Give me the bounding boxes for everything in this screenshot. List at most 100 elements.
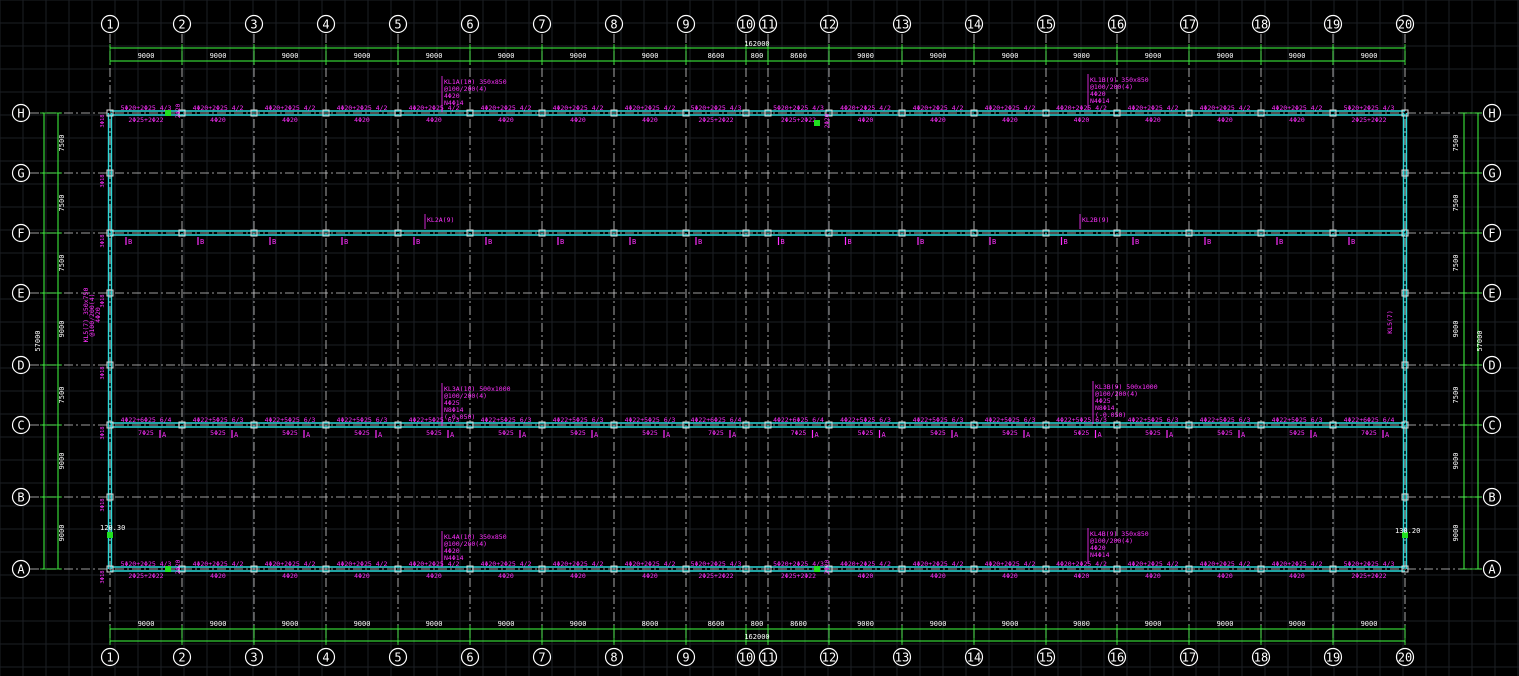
joint-mark (814, 120, 820, 126)
row-axis-label: H (1488, 107, 1495, 121)
column-axis-bubble[interactable]: 16 (1107, 647, 1127, 667)
column-axis-bubble[interactable]: 17 (1179, 647, 1199, 667)
column-axis-bubble[interactable]: 2 (172, 647, 192, 667)
column-axis-bubble[interactable]: 6 (460, 14, 480, 34)
column-axis-label: 8 (610, 651, 617, 665)
column-axis-bubble[interactable]: 1 (100, 647, 120, 667)
column-axis-bubble[interactable]: 14 (964, 647, 984, 667)
row-axis-bubble[interactable]: F (11, 223, 31, 243)
column-axis-bubble[interactable]: 13 (892, 14, 912, 34)
column-axis-label: 5 (394, 651, 401, 665)
span-rebar-label: 7Φ25 (791, 429, 807, 437)
beam-callout-text: N4Φ14 (444, 554, 464, 562)
dimension-text: 7500 (58, 255, 66, 272)
row-axis-bubble[interactable]: B (11, 487, 31, 507)
column-axis-label: 13 (895, 651, 909, 665)
column-axis-bubble[interactable]: 4 (316, 14, 336, 34)
column-axis-bubble[interactable]: 10 (736, 14, 756, 34)
row-axis-bubble[interactable]: D (11, 355, 31, 375)
column-axis-bubble[interactable]: 18 (1251, 14, 1271, 34)
column-axis-bubble[interactable]: 4 (316, 647, 336, 667)
beam-callout-text: KL2B(9) (1082, 216, 1109, 224)
span-rebar-label: 4Φ20+2Φ25 4/2 (193, 560, 244, 568)
column-axis-label: 1 (106, 18, 113, 32)
column-axis-bubble[interactable]: 12 (819, 647, 839, 667)
row-axis-bubble[interactable]: H (1482, 103, 1502, 123)
section-mark-label: A (954, 431, 959, 439)
span-rebar-label: 4Φ20+2Φ25 4/2 (985, 560, 1036, 568)
column-axis-bubble[interactable]: 9 (676, 14, 696, 34)
column-axis-bubble[interactable]: 14 (964, 14, 984, 34)
column-axis-bubble[interactable]: 15 (1036, 647, 1056, 667)
column-axis-bubble[interactable]: 20 (1395, 14, 1415, 34)
row-axis-bubble[interactable]: A (1482, 559, 1502, 579)
row-axis-bubble[interactable]: C (1482, 415, 1502, 435)
column-axis-bubble[interactable]: 5 (388, 14, 408, 34)
column-axis-bubble[interactable]: 15 (1036, 14, 1056, 34)
column-axis-bubble[interactable]: 19 (1323, 647, 1343, 667)
span-rebar-label: 4Φ20 (930, 116, 946, 124)
column-axis-bubble[interactable]: 8 (604, 647, 624, 667)
span-rebar-label: 4Φ20 (642, 572, 658, 580)
row-axis-bubble[interactable]: E (11, 283, 31, 303)
row-axis-label: F (1488, 227, 1495, 241)
dimension-text: 9000 (1217, 620, 1234, 628)
column-axis-bubble[interactable]: 13 (892, 647, 912, 667)
span-rebar-label: 4Φ20 (498, 572, 514, 580)
span-rebar-label: 4Φ20+2Φ25 4/2 (265, 560, 316, 568)
column-axis-bubble[interactable]: 19 (1323, 14, 1343, 34)
column-axis-bubble[interactable]: 7 (532, 14, 552, 34)
row-axis-bubble[interactable]: A (11, 559, 31, 579)
section-mark-label: A (666, 431, 671, 439)
row-axis-bubble[interactable]: B (1482, 487, 1502, 507)
column-axis-bubble[interactable]: 6 (460, 647, 480, 667)
row-axis-bubble[interactable]: H (11, 103, 31, 123)
column-axis-label: 3 (250, 651, 257, 665)
row-axis-label: G (17, 167, 24, 181)
column-axis-bubble[interactable]: 16 (1107, 14, 1127, 34)
column-axis-bubble[interactable]: 11 (758, 647, 778, 667)
span-rebar-label: 4Φ20 (426, 572, 442, 580)
row-axis-bubble[interactable]: G (11, 163, 31, 183)
span-rebar-label: 4Φ20 (354, 116, 370, 124)
row-axis-bubble[interactable]: F (1482, 223, 1502, 243)
column-axis-bubble[interactable]: 12 (819, 14, 839, 34)
column-axis-bubble[interactable]: 20 (1395, 647, 1415, 667)
span-rebar-label: 5Φ20+2Φ25 4/3 (1344, 104, 1395, 112)
column-axis-bubble[interactable]: 3 (244, 14, 264, 34)
column-axis-bubble[interactable]: 9 (676, 647, 696, 667)
row-axis-bubble[interactable]: E (1482, 283, 1502, 303)
dimension-text: 800 (751, 52, 764, 60)
column-axis-label: 15 (1039, 651, 1053, 665)
row-axis-bubble[interactable]: C (11, 415, 31, 435)
column-axis-label: 19 (1326, 651, 1340, 665)
span-rebar-label: 4Φ20 (498, 116, 514, 124)
column-axis-bubble[interactable]: 3 (244, 647, 264, 667)
span-rebar-label: 4Φ20 (354, 572, 370, 580)
row-axis-bubble[interactable]: G (1482, 163, 1502, 183)
section-mark-label: A (522, 431, 527, 439)
row-axis-label: A (1488, 563, 1496, 577)
column-axis-bubble[interactable]: 1 (100, 14, 120, 34)
column-axis-bubble[interactable]: 2 (172, 14, 192, 34)
column-axis-bubble[interactable]: 10 (736, 647, 756, 667)
span-rebar-label: 5Φ20+2Φ25 4/3 (1344, 560, 1395, 568)
section-mark-label: B (128, 238, 132, 246)
span-rebar-label: 5Φ20+2Φ25 4/3 (691, 104, 742, 112)
row-axis-bubble[interactable]: D (1482, 355, 1502, 375)
column-axis-bubble[interactable]: 8 (604, 14, 624, 34)
column-axis-label: 7 (538, 18, 545, 32)
column-axis-bubble[interactable]: 18 (1251, 647, 1271, 667)
column-axis-bubble[interactable]: 17 (1179, 14, 1199, 34)
column-axis-bubble[interactable]: 11 (758, 14, 778, 34)
structural-plan-drawing: 9000 9000 9000 9000 9000 9000 9000 9000 8600 800 8… (0, 0, 1519, 676)
edge-tag-text: 3Φ18 (100, 294, 106, 307)
beam-callout-text: KL2A(9) (427, 216, 454, 224)
section-mark-label: A (450, 431, 455, 439)
joint-mark (165, 110, 171, 116)
column-axis-bubble[interactable]: 5 (388, 647, 408, 667)
section-mark-label: A (1098, 431, 1103, 439)
dimension-text: 9000 (1073, 52, 1090, 60)
beam-annotations: 5Φ20+2Φ25 4/3 4Φ20+2Φ25 4/2 4Φ20+2Φ25 4/2 4… (82, 74, 1420, 584)
column-axis-bubble[interactable]: 7 (532, 647, 552, 667)
